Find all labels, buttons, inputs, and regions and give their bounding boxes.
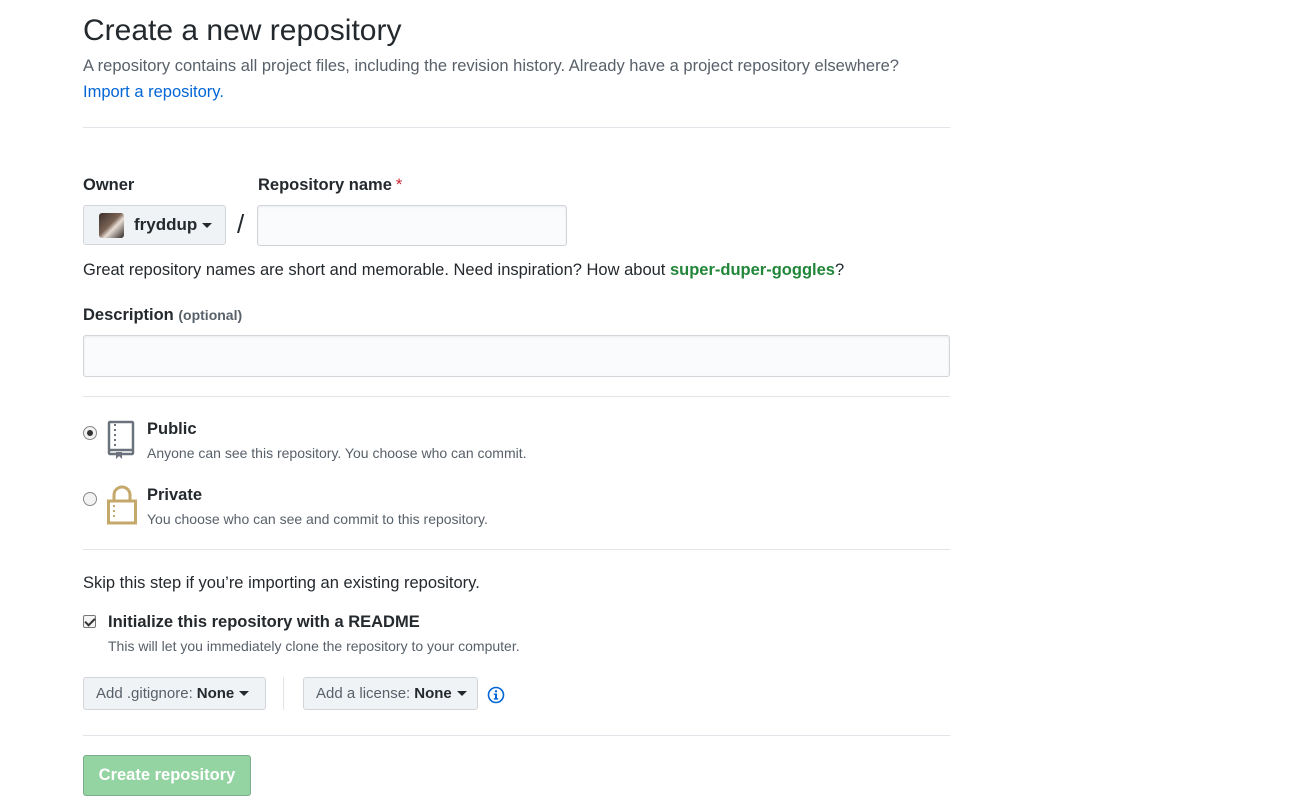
required-mark: * [395,176,403,194]
license-value: None [414,685,452,702]
chevron-down-icon [456,691,467,696]
gitignore-value: None [196,685,235,702]
repo-name-label: Repository name * [258,176,402,195]
public-description: Anyone can see this repository. You choo… [147,445,527,461]
readme-description: This will let you immediately clone the … [108,638,520,654]
skip-step-note: Skip this step if you’re importing an ex… [83,574,480,592]
private-title: Private [147,486,203,504]
description-label-text: Description [83,306,174,324]
hint-suffix: ? [834,261,845,279]
suggested-name-link[interactable]: super-duper-goggles [670,261,835,279]
gitignore-prefix: Add .gitignore: [96,685,193,702]
private-description: You choose who can see and commit to thi… [147,511,488,527]
gitignore-select-button[interactable]: Add .gitignore: None [83,677,266,710]
divider [83,127,950,128]
repo-icon [107,420,135,459]
divider [83,396,950,397]
divider [83,549,950,550]
license-prefix: Add a license: [316,685,411,702]
lock-icon [107,485,137,525]
optional-tag: (optional) [178,307,243,323]
avatar [99,212,124,238]
readme-label: Initialize this repository with a README [108,613,420,631]
select-divider [283,677,284,710]
repo-name-hint: Great repository names are short and mem… [83,261,844,280]
repo-name-input[interactable] [257,205,567,246]
import-repository-link[interactable]: Import a repository. [83,83,224,102]
repo-name-label-text: Repository name [258,176,392,194]
license-select-button[interactable]: Add a license: None [303,677,478,710]
checkmark-icon [84,615,96,627]
private-radio[interactable] [83,492,97,506]
chevron-down-icon [239,691,250,696]
owner-repo-separator: / [237,209,245,239]
divider [83,735,950,736]
public-title: Public [147,420,197,438]
chevron-down-icon [202,222,213,228]
hint-text: Great repository names are short and mem… [83,261,670,279]
page-subtitle: A repository contains all project files,… [83,57,899,75]
readme-checkbox[interactable] [83,615,96,628]
create-repository-button[interactable]: Create repository [83,755,251,796]
owner-name: fryddup [134,215,198,234]
public-radio[interactable] [83,426,97,440]
owner-select-button[interactable]: fryddup [83,205,226,245]
owner-label: Owner [83,176,135,194]
description-label: Description (optional) [83,306,242,325]
description-input[interactable] [83,335,950,377]
page-title: Create a new repository [83,14,402,47]
info-icon[interactable] [487,686,505,704]
